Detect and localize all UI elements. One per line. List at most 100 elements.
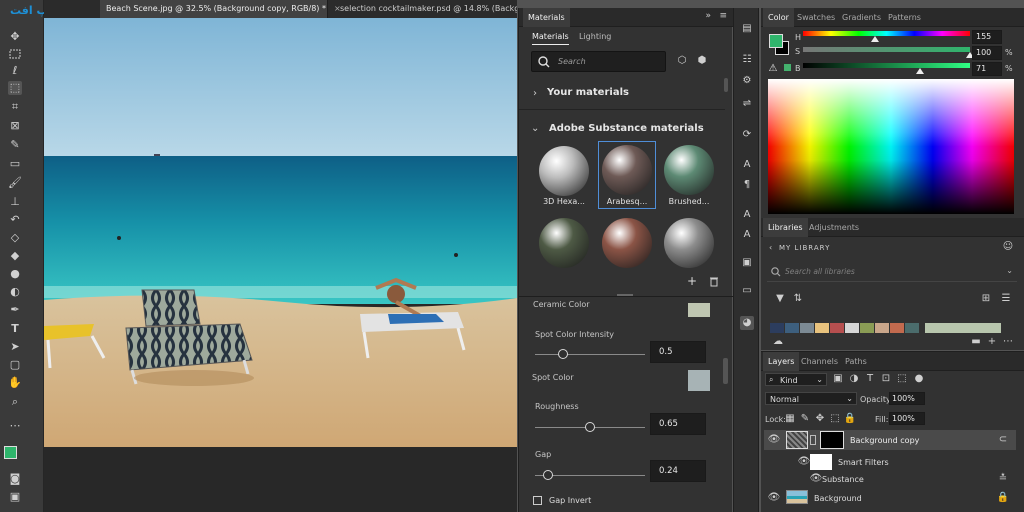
tab-gradients[interactable]: Gradients	[837, 8, 886, 27]
add-icon[interactable]: +	[687, 274, 697, 288]
properties-icon[interactable]: ⚙	[740, 74, 754, 88]
actions-icon[interactable]: ⟳	[740, 128, 754, 142]
library-swatch[interactable]	[815, 323, 829, 333]
library-swatch[interactable]	[890, 323, 904, 333]
layer-row-substance[interactable]: 👁 Substance ≛	[764, 470, 1016, 490]
filter-pixel-icon[interactable]: ▣	[831, 372, 845, 386]
library-color-swatches[interactable]	[770, 323, 1004, 333]
paint-bucket-icon[interactable]: ◆	[8, 249, 22, 263]
quick-mask-icon[interactable]: ◙	[8, 472, 22, 486]
lock-all-icon[interactable]: 🔒	[843, 412, 857, 426]
layer-name[interactable]: Background copy	[850, 436, 919, 445]
share-library-icon[interactable]: ☺	[1001, 240, 1015, 254]
library-swatch[interactable]	[770, 323, 784, 333]
sort-icon[interactable]: ⇅	[791, 292, 805, 306]
filter-options-icon[interactable]: ≛	[996, 472, 1010, 486]
rectangle-tool-icon[interactable]: ▢	[8, 358, 22, 372]
swatches-icon[interactable]: ⇌	[740, 97, 754, 111]
library-name[interactable]: MY LIBRARY	[779, 244, 830, 252]
eye-icon[interactable]: 👁	[809, 472, 823, 486]
tab-lighting[interactable]: Lighting	[579, 32, 611, 41]
filter-smart-object-icon[interactable]: ⬚	[895, 372, 909, 386]
substance-materials-heading[interactable]: Adobe Substance materials	[549, 123, 704, 134]
layer-name[interactable]: Smart Filters	[838, 458, 889, 467]
eye-icon[interactable]: 👁	[797, 455, 811, 469]
blur-tool-icon[interactable]: ●	[8, 267, 22, 281]
spot-color-swatch[interactable]	[688, 370, 710, 391]
material-brushed-thumb[interactable]	[664, 145, 714, 195]
filter-shape-icon[interactable]: ⊡	[879, 372, 893, 386]
more-icon[interactable]: ⋯	[1001, 335, 1015, 349]
tab-materials-header[interactable]: Materials	[523, 8, 570, 27]
gamut-swatch[interactable]	[784, 64, 791, 71]
filter-toggle-icon[interactable]: ●	[912, 372, 926, 386]
glyphs-icon[interactable]: A	[740, 208, 754, 222]
tab-color[interactable]: Color	[763, 8, 794, 27]
tab-patterns[interactable]: Patterns	[883, 8, 926, 27]
tab-layers[interactable]: Layers	[763, 352, 800, 371]
layer-row-smart-filters[interactable]: 👁 Smart Filters	[764, 452, 1016, 472]
brightness-slider-handle[interactable]	[916, 68, 924, 74]
material-thumb[interactable]	[539, 218, 589, 268]
add-material-icon[interactable]: ⬢	[695, 54, 709, 68]
ceramic-color-swatch[interactable]	[688, 303, 710, 317]
document-canvas[interactable]	[44, 18, 517, 512]
chevron-right-icon[interactable]: ›	[533, 88, 537, 99]
s-value-field[interactable]: 100	[972, 46, 1002, 60]
lock-paint-icon[interactable]: ✎	[798, 412, 812, 426]
blend-mode-select[interactable]: Normal ⌄	[765, 392, 857, 405]
history-brush-icon[interactable]: ↶	[8, 213, 22, 227]
library-swatch[interactable]	[785, 323, 799, 333]
panel-menu-icon[interactable]: ≡	[719, 11, 727, 21]
tab-paths[interactable]: Paths	[840, 352, 872, 371]
path-selection-icon[interactable]: ➤	[8, 340, 22, 354]
library-swatch[interactable]	[860, 323, 874, 333]
library-swatch[interactable]	[830, 323, 844, 333]
hue-slider[interactable]	[803, 31, 970, 36]
material-thumb[interactable]	[602, 218, 652, 268]
library-swatch[interactable]	[925, 323, 1001, 333]
marquee-tool-icon[interactable]	[8, 47, 22, 61]
trash-icon[interactable]	[709, 276, 723, 290]
lasso-tool-icon[interactable]: ℓ	[8, 64, 22, 78]
hand-tool-icon[interactable]: ✋	[8, 376, 22, 390]
warning-icon[interactable]: ⚠	[766, 62, 780, 76]
material-3d-hexa-thumb[interactable]	[539, 146, 589, 196]
layer-filter-select[interactable]: ⌕ Kind ⌄	[765, 373, 827, 386]
lock-artboard-icon[interactable]: ⬚	[828, 412, 842, 426]
clone-stamp-icon[interactable]: ⊥	[8, 195, 22, 209]
layer-mask-thumbnail[interactable]	[820, 431, 844, 449]
gap-knob[interactable]	[543, 470, 554, 480]
add-icon[interactable]: +	[985, 335, 999, 349]
history-icon[interactable]: ▤	[740, 22, 754, 36]
doc-tab-cocktailmaker[interactable]: selection cocktailmaker.psd @ 14.8% (Bac…	[334, 0, 517, 18]
fill-field[interactable]: 100%	[889, 412, 925, 425]
gap-field[interactable]: 0.24	[650, 460, 706, 482]
spot-intensity-knob[interactable]	[557, 349, 568, 359]
library-swatch[interactable]	[905, 323, 919, 333]
grid-view-icon[interactable]: ⊞	[979, 292, 993, 306]
pen-tool-icon[interactable]: ✒	[8, 303, 22, 317]
tab-libraries[interactable]: Libraries	[763, 218, 808, 237]
materials-search-input[interactable]: Search	[531, 51, 666, 72]
library-search-input[interactable]: Search all libraries ⌄	[767, 263, 1017, 282]
list-view-icon[interactable]: ☰	[999, 292, 1013, 306]
color-spectrum[interactable]	[768, 79, 1014, 214]
material-arabesque-thumb[interactable]	[602, 145, 652, 195]
saturation-slider[interactable]	[803, 47, 970, 52]
eyedropper-tool-icon[interactable]: ✎	[8, 138, 22, 152]
paragraph-icon[interactable]: ¶	[740, 178, 754, 192]
adjustments-icon[interactable]: ☷	[740, 53, 754, 67]
frame-tool-icon[interactable]: ⊠	[8, 119, 22, 133]
layer-name[interactable]: Substance	[822, 475, 864, 484]
folder-icon[interactable]: ▬	[969, 335, 983, 349]
filter-type-icon[interactable]: T	[863, 372, 877, 386]
zoom-tool-icon[interactable]: ⌕	[8, 395, 22, 409]
library-swatch[interactable]	[800, 323, 814, 333]
foreground-color-swatch[interactable]	[4, 446, 17, 459]
eraser-tool-icon[interactable]: ◇	[8, 231, 22, 245]
filter-icon[interactable]: ▼	[773, 292, 787, 306]
eye-icon[interactable]: 👁	[767, 491, 781, 505]
import-material-icon[interactable]: ⬡	[675, 54, 689, 68]
hue-slider-handle[interactable]	[871, 36, 879, 42]
